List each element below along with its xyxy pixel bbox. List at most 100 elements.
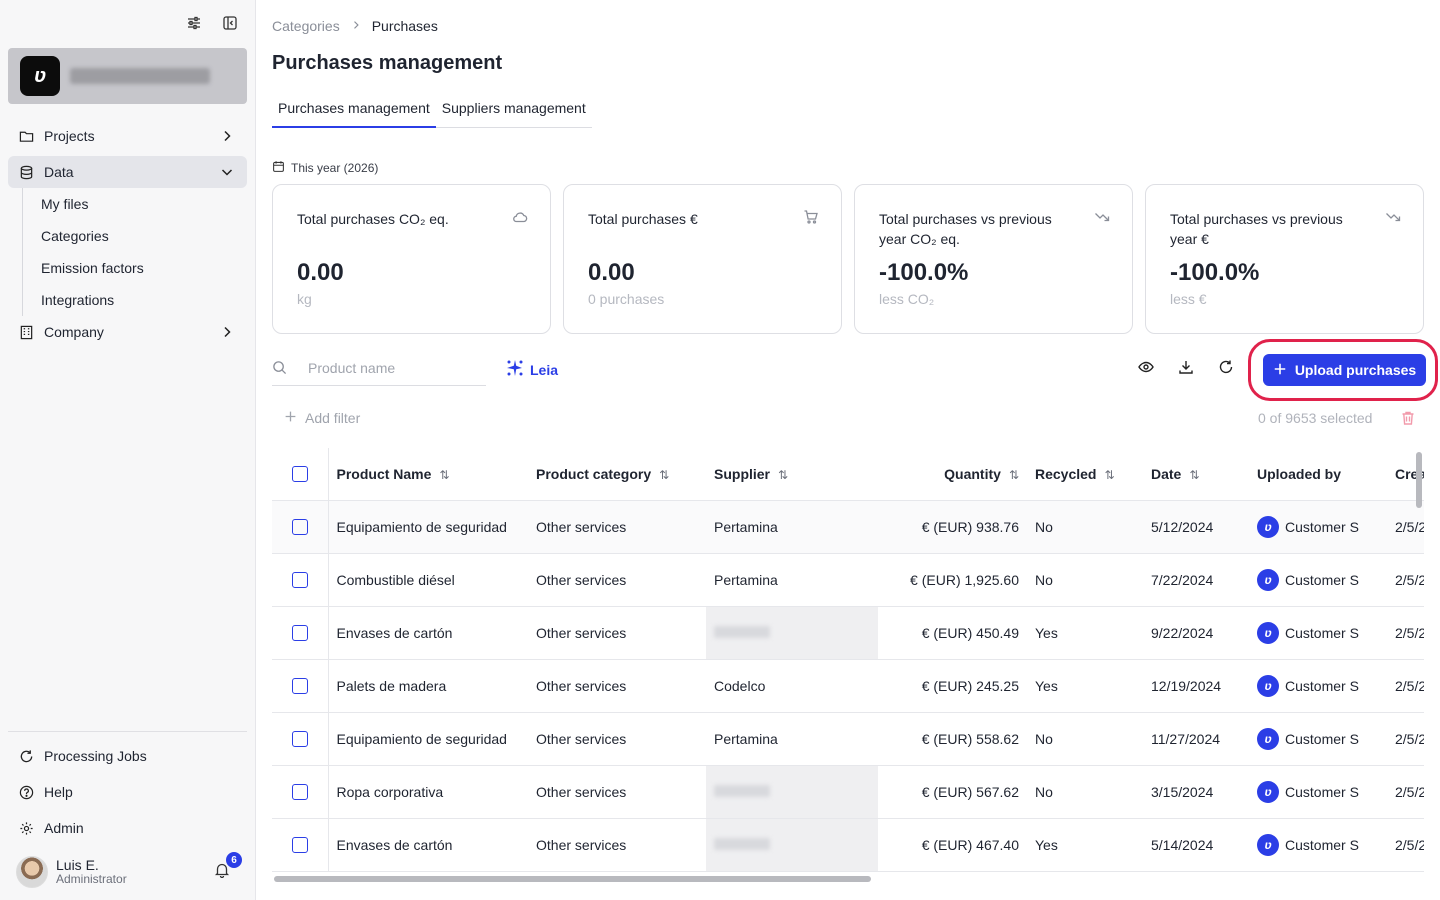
row-checkbox[interactable] — [291, 572, 308, 589]
cell-product-name: Envases de cartón — [328, 606, 528, 660]
sort-icon[interactable]: ⇅ — [1189, 468, 1199, 482]
sliders-icon[interactable] — [185, 14, 203, 32]
refresh-icon — [18, 748, 34, 764]
org-logo-icon: ʋ — [20, 56, 60, 96]
horizontal-scrollbar[interactable] — [274, 876, 871, 882]
nav-integrations[interactable]: Integrations — [41, 284, 247, 316]
nav-projects-label: Projects — [44, 128, 95, 144]
row-select-cell — [272, 500, 329, 554]
sort-icon[interactable]: ⇅ — [1104, 468, 1114, 482]
nav-categories[interactable]: Categories — [41, 220, 247, 252]
column-header-date[interactable]: Date ⇅ — [1143, 448, 1249, 501]
nav-emission-factors[interactable]: Emission factors — [41, 252, 247, 284]
cell-uploaded-by: ʋ Customer S — [1249, 553, 1387, 607]
row-select-cell — [272, 659, 329, 713]
eye-icon[interactable] — [1138, 359, 1154, 375]
column-header-quantity[interactable]: Quantity ⇅ — [878, 448, 1027, 501]
kpi-card-eur: Total purchases € 0.00 0 purchases — [563, 184, 842, 334]
kpi-card-eur-vs-previous: Total purchases vs previous year € -100.… — [1145, 184, 1424, 334]
collapse-sidebar-icon[interactable] — [221, 14, 239, 32]
column-header-supplier[interactable]: Supplier ⇅ — [706, 448, 878, 501]
row-checkbox[interactable] — [291, 784, 308, 801]
kpi-title: Total purchases vs previous year CO₂ eq. — [879, 211, 1052, 247]
notification-badge: 6 — [226, 852, 242, 868]
avatar — [16, 856, 48, 888]
cell-product-category: Other services — [528, 765, 706, 819]
table-row[interactable]: Envases de cartón Other services € (EUR) 4… — [272, 818, 1424, 872]
breadcrumb-parent[interactable]: Categories — [272, 18, 340, 34]
cell-supplier: Codelco — [706, 659, 878, 713]
nav-data[interactable]: Data — [8, 156, 247, 188]
cell-quantity: € (EUR) 467.40 — [878, 818, 1027, 872]
upload-purchases-button[interactable]: Upload purchases — [1263, 354, 1426, 386]
row-select-cell — [272, 765, 329, 819]
cell-uploaded-by: ʋ Customer S — [1249, 606, 1387, 660]
sort-icon[interactable]: ⇅ — [659, 468, 669, 482]
search-box — [272, 350, 486, 386]
sort-icon[interactable]: ⇅ — [1009, 468, 1019, 482]
user-profile[interactable]: Luis E. Administrator 6 — [16, 852, 242, 888]
column-header-recycled[interactable]: Recycled ⇅ — [1027, 448, 1143, 501]
cell-created: 2/5/2 — [1387, 553, 1424, 607]
trend-down-icon — [1094, 209, 1110, 225]
cell-created: 2/5/2 — [1387, 606, 1424, 660]
table-row[interactable]: Equipamiento de seguridad Other services P… — [272, 712, 1424, 766]
cell-uploaded-by: ʋ Customer S — [1249, 659, 1387, 713]
uploader-name: Customer S — [1285, 836, 1359, 853]
cell-quantity: € (EUR) 1,925.60 — [878, 553, 1027, 607]
row-checkbox[interactable] — [291, 625, 308, 642]
column-header-uploaded-by[interactable]: Uploaded by — [1249, 448, 1387, 501]
cell-recycled: Yes — [1027, 818, 1143, 872]
nav-projects[interactable]: Projects — [8, 120, 247, 152]
nav-admin[interactable]: Admin — [8, 812, 247, 844]
download-icon[interactable] — [1178, 359, 1194, 375]
cell-uploaded-by: ʋ Customer S — [1249, 500, 1387, 554]
row-checkbox[interactable] — [291, 837, 308, 854]
cell-product-name: Combustible diésel — [328, 553, 528, 607]
kpi-value: -100.0% — [879, 259, 969, 286]
nav-help[interactable]: Help — [8, 776, 247, 808]
sort-icon[interactable]: ⇅ — [778, 468, 788, 482]
cell-quantity: € (EUR) 567.62 — [878, 765, 1027, 819]
cell-product-name: Equipamiento de seguridad — [328, 500, 528, 554]
tab-suppliers-management[interactable]: Suppliers management — [436, 96, 592, 127]
kpi-value: 0.00 — [297, 259, 344, 286]
uploader-name: Customer S — [1285, 677, 1359, 694]
add-filter-label: Add filter — [305, 410, 361, 426]
tab-purchases-management[interactable]: Purchases management — [272, 96, 436, 128]
column-header-product-category[interactable]: Product category ⇅ — [528, 448, 706, 501]
nav-processing-jobs[interactable]: Processing Jobs — [8, 740, 247, 772]
customer-logo-icon: ʋ — [1257, 727, 1279, 750]
cell-date: 5/14/2024 — [1143, 818, 1249, 872]
customer-logo-icon: ʋ — [1257, 568, 1279, 591]
refresh-icon[interactable] — [1218, 359, 1234, 375]
trash-icon[interactable] — [1400, 410, 1416, 426]
folder-icon — [18, 128, 34, 144]
table-row[interactable]: Equipamiento de seguridad Other services P… — [272, 500, 1424, 554]
organization-switcher[interactable]: ʋ — [8, 48, 247, 104]
cell-uploaded-by: ʋ Customer S — [1249, 765, 1387, 819]
customer-logo-icon: ʋ — [1257, 674, 1279, 697]
table-row[interactable]: Ropa corporativa Other services € (EUR) 56… — [272, 765, 1424, 819]
leia-button[interactable]: Leia — [506, 359, 558, 380]
nav-company[interactable]: Company — [8, 316, 247, 348]
kpi-subtext: less € — [1170, 291, 1207, 307]
add-filter-button[interactable]: Add filter — [284, 410, 360, 426]
row-checkbox[interactable] — [291, 731, 308, 748]
cell-supplier-redacted — [706, 818, 878, 872]
select-all-checkbox[interactable] — [291, 466, 308, 483]
cell-recycled: No — [1027, 765, 1143, 819]
search-input[interactable] — [308, 359, 478, 376]
row-checkbox[interactable] — [291, 519, 308, 536]
table-row[interactable]: Palets de madera Other services Codelco € (… — [272, 659, 1424, 713]
vertical-scrollbar[interactable] — [1416, 452, 1422, 508]
kpi-value: -100.0% — [1170, 259, 1260, 286]
table-row[interactable]: Envases de cartón Other services € (EUR) 4… — [272, 606, 1424, 660]
column-header-product-name[interactable]: Product Name ⇅ — [328, 448, 528, 501]
nav-my-files[interactable]: My files — [41, 188, 247, 220]
row-checkbox[interactable] — [291, 678, 308, 695]
sort-icon[interactable]: ⇅ — [439, 468, 449, 482]
search-icon — [272, 360, 288, 376]
table-row[interactable]: Combustible diésel Other services Pertamin… — [272, 553, 1424, 607]
period-selector[interactable]: This year (2026) — [272, 160, 378, 176]
